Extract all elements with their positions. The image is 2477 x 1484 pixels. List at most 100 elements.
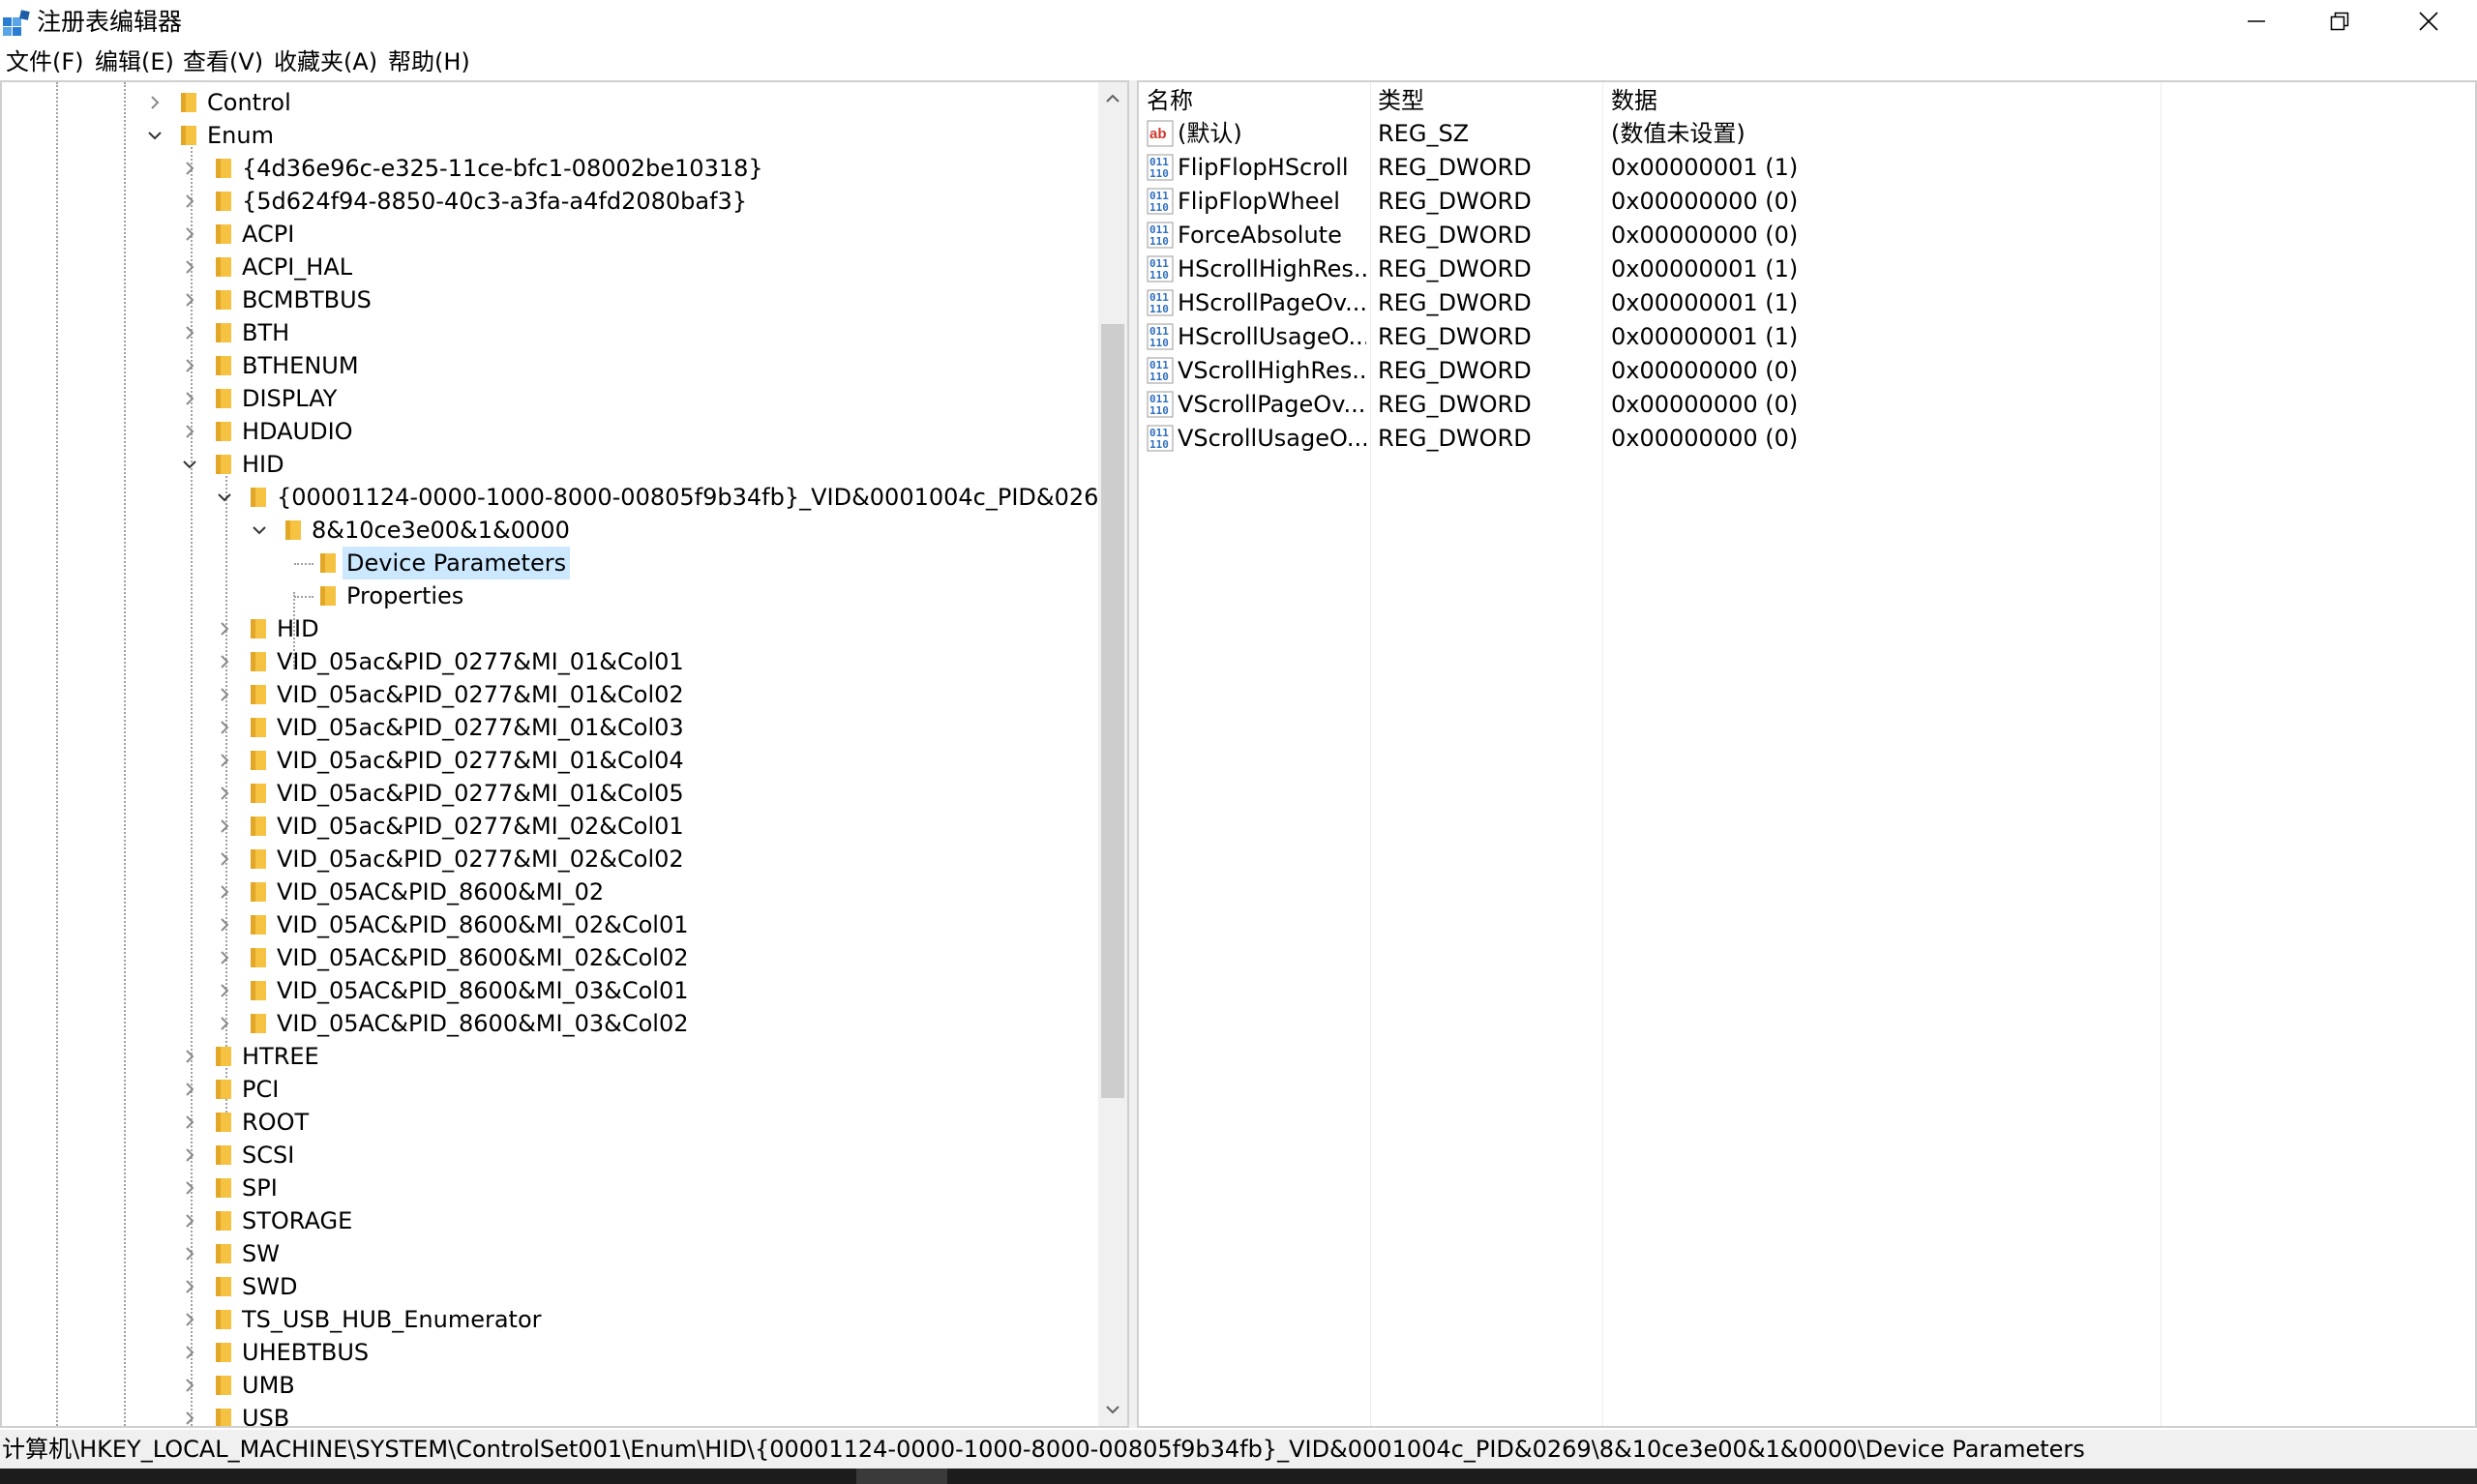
tree-node[interactable]: UMB bbox=[2, 1369, 1095, 1402]
tree-node[interactable]: VID_05AC&PID_8600&MI_02 bbox=[2, 876, 1095, 908]
collapse-toggle[interactable] bbox=[178, 448, 201, 481]
tree-node[interactable]: SPI bbox=[2, 1172, 1095, 1204]
tree-node[interactable]: HDAUDIO bbox=[2, 415, 1095, 448]
menu-favorites[interactable]: 收藏夹(A) bbox=[274, 45, 377, 79]
expand-toggle[interactable] bbox=[178, 382, 201, 415]
tree-node-label[interactable]: 8&10ce3e00&1&0000 bbox=[308, 514, 574, 547]
expand-toggle[interactable] bbox=[213, 711, 236, 744]
scroll-thumb[interactable] bbox=[1101, 324, 1124, 1098]
tree-node-label[interactable]: PCI bbox=[238, 1073, 283, 1106]
expand-toggle[interactable] bbox=[213, 645, 236, 678]
menu-help[interactable]: 帮助(H) bbox=[388, 45, 470, 79]
expand-toggle[interactable] bbox=[178, 316, 201, 349]
tree-node[interactable]: {00001124-0000-1000-8000-00805f9b34fb}_V… bbox=[2, 481, 1114, 514]
tree-node-label[interactable]: ROOT bbox=[238, 1106, 313, 1139]
expand-toggle[interactable] bbox=[178, 1139, 201, 1172]
tree-node-label[interactable]: VID_05ac&PID_0277&MI_01&Col04 bbox=[273, 744, 688, 777]
expand-toggle[interactable] bbox=[213, 941, 236, 974]
tree-node[interactable]: VID_05ac&PID_0277&MI_01&Col04 bbox=[2, 744, 1095, 777]
tree-node-label[interactable]: VID_05ac&PID_0277&MI_01&Col02 bbox=[273, 678, 688, 711]
tree-node[interactable]: HID bbox=[2, 448, 1095, 481]
tree-node[interactable]: VID_05ac&PID_0277&MI_02&Col01 bbox=[2, 810, 1095, 843]
tree-node-label-selected[interactable]: Device Parameters bbox=[343, 547, 571, 579]
expand-toggle[interactable] bbox=[178, 152, 201, 185]
tree-node[interactable]: BTHENUM bbox=[2, 349, 1095, 382]
tree-node[interactable]: 8&10ce3e00&1&0000 bbox=[2, 514, 1095, 547]
tree-node[interactable]: VID_05ac&PID_0277&MI_02&Col02 bbox=[2, 843, 1095, 876]
value-row[interactable]: 011 110 HScrollUsageO... REG_DWORD 0x0000000… bbox=[1139, 320, 2475, 354]
tree-node[interactable]: VID_05ac&PID_0277&MI_01&Col02 bbox=[2, 678, 1095, 711]
tree-node-label[interactable]: VID_05ac&PID_0277&MI_02&Col01 bbox=[273, 810, 688, 843]
minimize-button[interactable] bbox=[2212, 0, 2301, 43]
menu-file[interactable]: 文件(F) bbox=[6, 45, 84, 79]
expand-toggle[interactable] bbox=[178, 1237, 201, 1270]
close-button[interactable] bbox=[2384, 0, 2473, 43]
collapse-toggle[interactable] bbox=[248, 514, 271, 547]
expand-toggle[interactable] bbox=[213, 777, 236, 810]
tree-node[interactable]: VID_05ac&PID_0277&MI_01&Col01 bbox=[2, 645, 1095, 678]
tree-node[interactable]: HTREE bbox=[2, 1040, 1095, 1073]
registry-value-list[interactable]: 名称 类型 数据 ab (默认) REG_SZ (数值未设置) 011 110 FlipFl… bbox=[1137, 80, 2477, 1428]
tree-node-label[interactable]: DISPLAY bbox=[238, 382, 341, 415]
value-row[interactable]: 011 110 ForceAbsolute REG_DWORD 0x00000000 (… bbox=[1139, 219, 2475, 252]
tree-node[interactable]: Control bbox=[2, 86, 1095, 119]
value-row[interactable]: 011 110 HScrollHighRes... REG_DWORD 0x000000… bbox=[1139, 252, 2475, 286]
tree-node[interactable]: ACPI bbox=[2, 218, 1095, 251]
expand-toggle[interactable] bbox=[178, 1040, 201, 1073]
tree-node[interactable]: SW bbox=[2, 1237, 1095, 1270]
scroll-down-button[interactable] bbox=[1098, 1393, 1127, 1426]
tree-node[interactable]: VID_05AC&PID_8600&MI_02&Col02 bbox=[2, 941, 1095, 974]
column-header-data[interactable]: 数据 bbox=[1611, 82, 1657, 117]
expand-toggle[interactable] bbox=[213, 876, 236, 908]
column-header-type[interactable]: 类型 bbox=[1378, 82, 1424, 117]
tree-node-label[interactable]: VID_05AC&PID_8600&MI_02 bbox=[273, 876, 608, 908]
tree-node-label[interactable]: VID_05AC&PID_8600&MI_02&Col02 bbox=[273, 941, 693, 974]
tree-node[interactable]: ROOT bbox=[2, 1106, 1095, 1139]
tree-node-label[interactable]: Properties bbox=[343, 579, 467, 612]
tree-node-label[interactable]: TS_USB_HUB_Enumerator bbox=[238, 1303, 546, 1336]
expand-toggle[interactable] bbox=[178, 218, 201, 251]
tree-node-label[interactable]: BTHENUM bbox=[238, 349, 363, 382]
tree-node-label[interactable]: VID_05ac&PID_0277&MI_01&Col01 bbox=[273, 645, 688, 678]
expand-toggle[interactable] bbox=[178, 251, 201, 283]
expand-toggle[interactable] bbox=[178, 1336, 201, 1369]
expand-toggle[interactable] bbox=[213, 810, 236, 843]
tree-node-label[interactable]: ACPI bbox=[238, 218, 298, 251]
tree-node-label[interactable]: VID_05ac&PID_0277&MI_02&Col02 bbox=[273, 843, 688, 876]
pane-splitter[interactable] bbox=[1129, 80, 1137, 1428]
tree-node-label[interactable]: HDAUDIO bbox=[238, 415, 357, 448]
value-row[interactable]: 011 110 VScrollUsageO... REG_DWORD 0x0000000… bbox=[1139, 422, 2475, 456]
expand-toggle[interactable] bbox=[178, 283, 201, 316]
value-row[interactable]: 011 110 VScrollHighRes... REG_DWORD 0x000000… bbox=[1139, 354, 2475, 388]
tree-node[interactable]: STORAGE bbox=[2, 1204, 1095, 1237]
value-row[interactable]: 011 110 FlipFlopHScroll REG_DWORD 0x00000001… bbox=[1139, 151, 2475, 185]
menu-view[interactable]: 查看(V) bbox=[183, 45, 263, 79]
tree-node-label[interactable]: SCSI bbox=[238, 1139, 298, 1172]
menu-edit[interactable]: 编辑(E) bbox=[95, 45, 174, 79]
tree-node[interactable]: Device Parameters bbox=[2, 547, 1095, 579]
tree-node-label[interactable]: Enum bbox=[203, 119, 278, 152]
tree-node[interactable]: PCI bbox=[2, 1073, 1095, 1106]
expand-toggle[interactable] bbox=[178, 349, 201, 382]
tree-node-label[interactable]: {4d36e96c-e325-11ce-bfc1-08002be10318} bbox=[238, 152, 767, 185]
tree-node[interactable]: HID bbox=[2, 612, 1095, 645]
expand-toggle[interactable] bbox=[178, 1073, 201, 1106]
tree-node-label[interactable]: VID_05AC&PID_8600&MI_03&Col01 bbox=[273, 974, 693, 1007]
tree-node[interactable]: VID_05ac&PID_0277&MI_01&Col05 bbox=[2, 777, 1095, 810]
tree-node[interactable]: BCMBTBUS bbox=[2, 283, 1095, 316]
tree-node-label[interactable]: {00001124-0000-1000-8000-00805f9b34fb}_V… bbox=[273, 481, 1118, 514]
tree-node-label[interactable]: SPI bbox=[238, 1172, 282, 1204]
tree-node[interactable]: TS_USB_HUB_Enumerator bbox=[2, 1303, 1095, 1336]
restore-button[interactable] bbox=[2295, 0, 2384, 43]
tree-node[interactable]: USB bbox=[2, 1402, 1095, 1426]
tree-node[interactable]: {4d36e96c-e325-11ce-bfc1-08002be10318} bbox=[2, 152, 1095, 185]
tree-node-label[interactable]: Control bbox=[203, 86, 295, 119]
tree-node-label[interactable]: SW bbox=[238, 1237, 284, 1270]
tree-vertical-scrollbar[interactable] bbox=[1098, 82, 1127, 1426]
tree-node-label[interactable]: HID bbox=[273, 612, 323, 645]
tree-node-label[interactable]: HTREE bbox=[238, 1040, 323, 1073]
expand-toggle[interactable] bbox=[178, 1106, 201, 1139]
tree-node-label[interactable]: UMB bbox=[238, 1369, 299, 1402]
column-header-name[interactable]: 名称 bbox=[1147, 82, 1193, 117]
tree-node[interactable]: Enum bbox=[2, 119, 1095, 152]
